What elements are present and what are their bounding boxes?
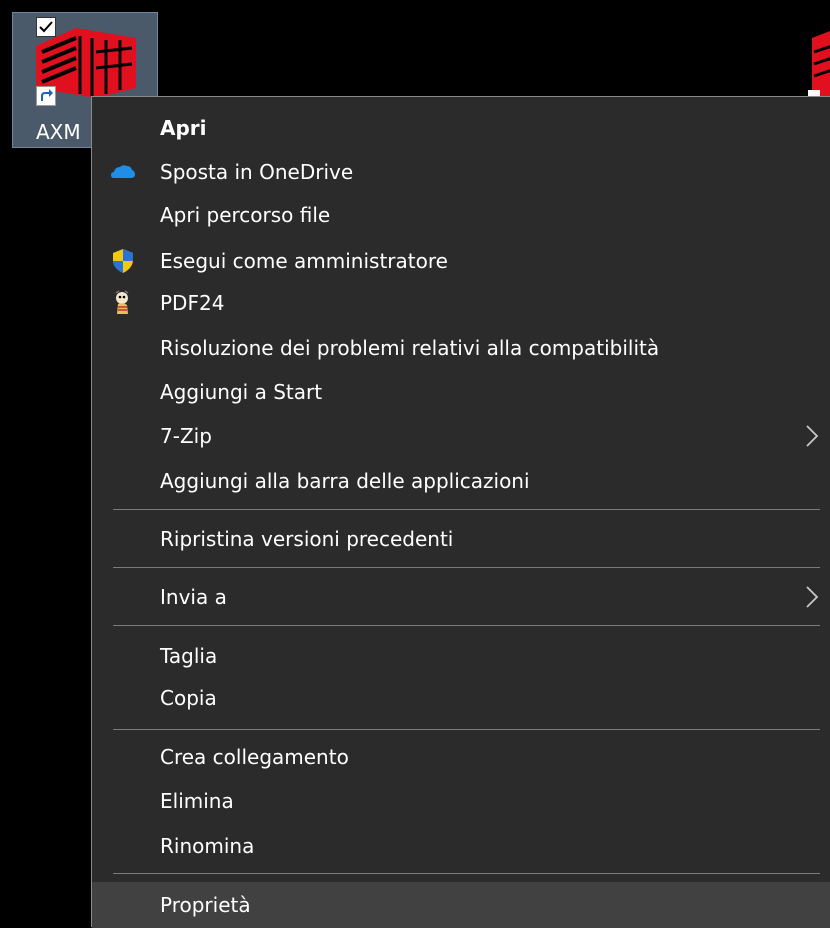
menu-item-label: Proprietà [160,893,251,917]
menu-item-label: Sposta in OneDrive [160,160,354,184]
menu-item-label: Aggiungi a Start [160,380,323,404]
menu-item-label: PDF24 [160,291,225,315]
menu-item-label: Elimina [160,789,234,813]
menu-item-label: Aggiungi alla barra delle applicazioni [160,469,530,493]
onedrive-cloud-icon [111,165,135,178]
menu-separator [113,729,820,730]
context-menu: Apri Sposta in OneDrive Apri percorso fi… [91,96,830,928]
menu-item-label: Crea collegamento [160,745,349,769]
menu-separator [113,625,820,626]
menu-item-move-to-onedrive[interactable]: Sposta in OneDrive [92,151,830,193]
menu-item-label: Esegui come amministratore [160,249,448,273]
menu-item-label: Invia a [160,585,227,609]
menu-item-properties[interactable]: Proprietà [92,882,830,928]
chevron-right-icon [806,586,819,608]
menu-item-pin-to-start[interactable]: Aggiungi a Start [92,371,830,413]
menu-item-send-to[interactable]: Invia a [92,576,830,618]
menu-item-label: Copia [160,686,217,710]
menu-item-troubleshoot-compatibility[interactable]: Risoluzione dei problemi relativi alla c… [92,327,830,369]
menu-item-open-file-location[interactable]: Apri percorso file [92,194,830,236]
menu-item-delete[interactable]: Elimina [92,780,830,822]
menu-item-cut[interactable]: Taglia [92,635,830,677]
menu-item-label: Rinomina [160,834,255,858]
menu-item-7zip[interactable]: 7-Zip [92,415,830,457]
menu-separator [113,567,820,568]
menu-item-restore-previous-versions[interactable]: Ripristina versioni precedenti [92,518,830,560]
menu-item-rename[interactable]: Rinomina [92,825,830,867]
menu-separator [113,873,820,874]
menu-item-pin-to-taskbar[interactable]: Aggiungi alla barra delle applicazioni [92,460,830,502]
desktop-icon-label: AXM [36,120,81,144]
menu-item-label: Taglia [160,644,218,668]
menu-item-label: Apri [160,116,207,140]
menu-item-label: Ripristina versioni precedenti [160,527,454,551]
menu-item-label: Risoluzione dei problemi relativi alla c… [160,336,660,360]
menu-item-pdf24[interactable]: PDF24 [92,282,830,324]
menu-item-label: Apri percorso file [160,203,331,227]
menu-separator [113,509,820,510]
menu-item-run-as-admin[interactable]: Esegui come amministratore [92,240,830,282]
menu-item-label: 7-Zip [160,424,212,448]
shortcut-arrow-icon [36,86,56,106]
menu-item-open[interactable]: Apri [92,107,830,149]
menu-item-copy[interactable]: Copia [92,677,830,719]
chevron-right-icon [806,425,819,447]
uac-shield-icon [113,249,133,273]
menu-item-create-shortcut[interactable]: Crea collegamento [92,736,830,778]
pdf24-icon [115,290,129,314]
